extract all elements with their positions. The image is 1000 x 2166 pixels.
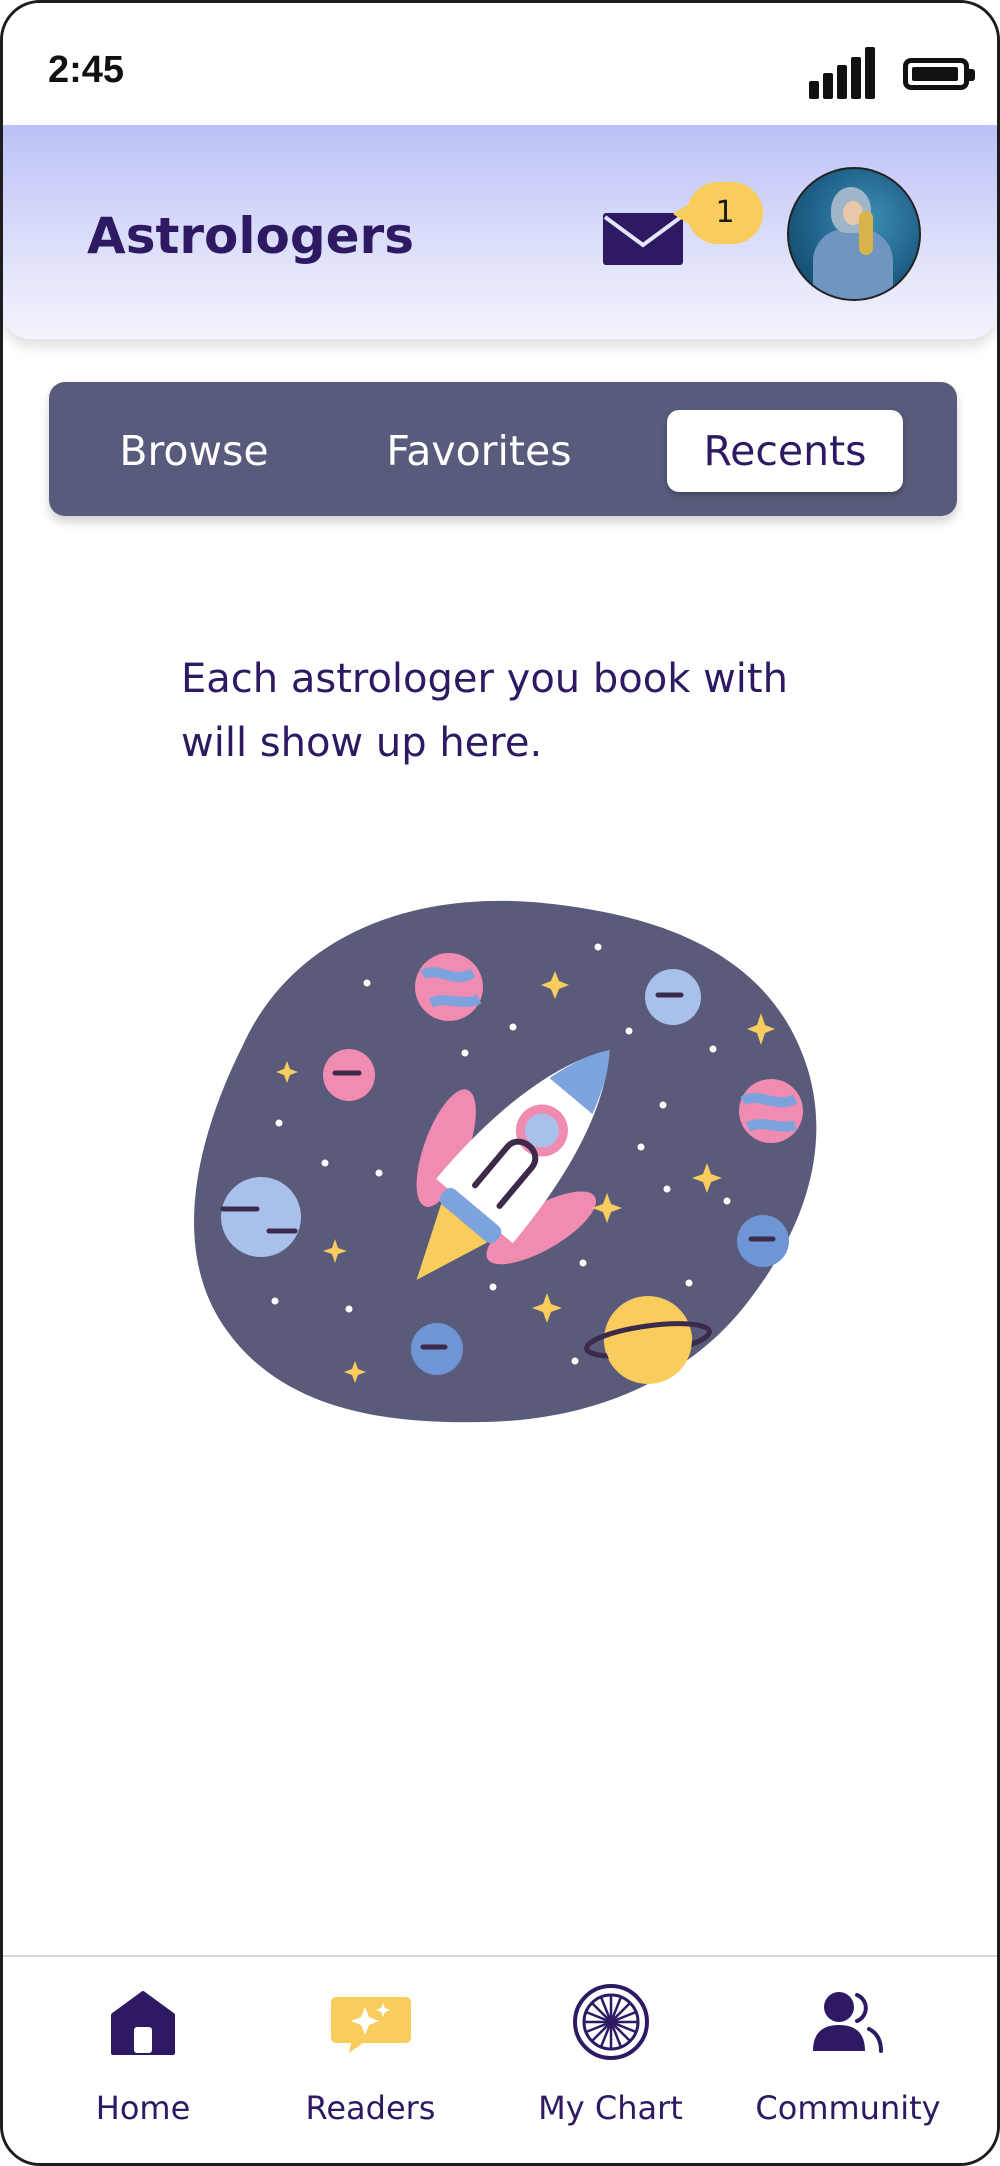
status-time: 2:45	[48, 49, 125, 91]
tab-recents[interactable]: Recents	[667, 410, 903, 492]
battery-icon	[903, 58, 975, 90]
community-icon	[813, 1992, 883, 2053]
astrologer-tabs: Browse Favorites Recents	[49, 382, 957, 516]
page-title: Astrologers	[87, 207, 414, 265]
empty-state-message: Each astrologer you book with will show …	[181, 656, 788, 766]
cellular-signal-icon	[809, 47, 877, 99]
mail-icon[interactable]	[603, 211, 683, 265]
user-avatar[interactable]	[787, 167, 921, 301]
app-header: Astrologers 1	[3, 125, 997, 339]
readers-sparkle-icon	[330, 1997, 411, 2053]
status-bar: 2:45	[3, 3, 997, 125]
nav-community[interactable]: Community	[738, 1957, 958, 2163]
zodiac-wheel-icon	[572, 1984, 649, 2060]
home-icon	[111, 1991, 175, 2055]
nav-my-chart-label: My Chart	[538, 2089, 683, 2127]
tab-browse[interactable]: Browse	[99, 410, 289, 492]
rocket-in-space-illustration	[194, 900, 817, 1423]
notification-badge: 1	[673, 182, 763, 244]
nav-home-label: Home	[95, 2089, 191, 2127]
bottom-navigation: Home Readers My Chart Community	[3, 1955, 997, 2163]
nav-my-chart[interactable]: My Chart	[523, 1957, 698, 2163]
nav-community-label: Community	[755, 2089, 941, 2127]
phone-frame: 2:45 Astrologers 1 Browse Favorites Rece…	[0, 0, 1000, 2166]
nav-readers-label: Readers	[305, 2089, 436, 2127]
tab-favorites[interactable]: Favorites	[349, 410, 609, 492]
nav-home[interactable]: Home	[63, 1957, 223, 2163]
nav-readers[interactable]: Readers	[283, 1957, 458, 2163]
